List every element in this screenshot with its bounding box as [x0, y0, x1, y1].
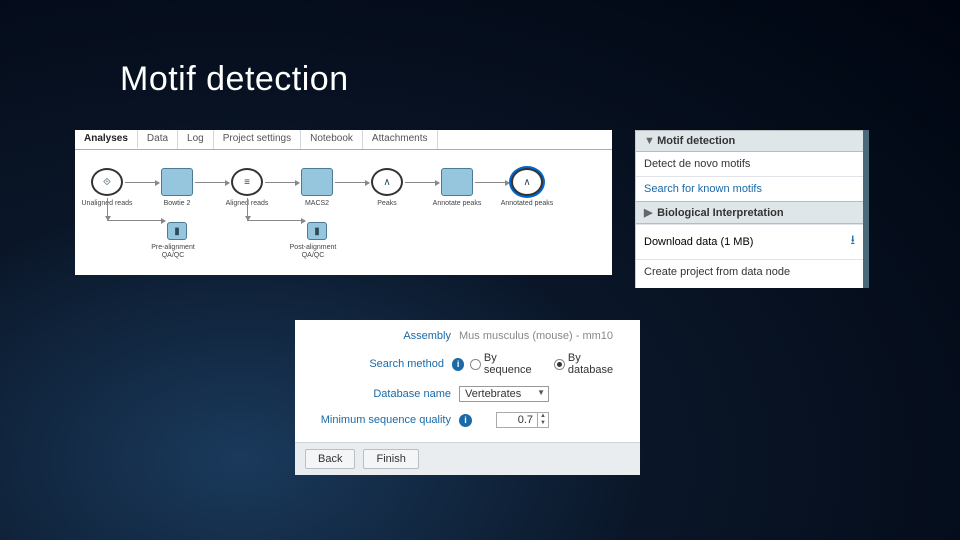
- arrow: [335, 182, 369, 183]
- info-icon[interactable]: i: [452, 358, 464, 371]
- tab-log[interactable]: Log: [178, 130, 214, 149]
- peak-icon: ∧: [383, 177, 390, 188]
- label-peaks: Peaks: [357, 200, 417, 208]
- pipeline-panel: Analyses Data Log Project settings Noteb…: [75, 130, 612, 275]
- chevron-right-icon: ▶: [644, 206, 654, 219]
- sidebar-panel: ▼ Motif detection Detect de novo motifs …: [635, 130, 869, 288]
- tab-project-settings[interactable]: Project settings: [214, 130, 301, 149]
- download-label: Download data (1 MB): [644, 236, 753, 248]
- item-detect-denovo[interactable]: Detect de novo motifs: [636, 152, 863, 176]
- node-unaligned-reads[interactable]: ⟐: [91, 168, 123, 196]
- section-motif-detection[interactable]: ▼ Motif detection: [636, 130, 863, 152]
- arrow-down: [107, 198, 108, 220]
- arrow: [475, 182, 509, 183]
- database-select[interactable]: Vertebrates: [459, 386, 549, 402]
- download-icon: ⭳: [850, 231, 855, 253]
- node-post-qc[interactable]: ▮: [307, 222, 327, 240]
- node-annotated-peaks[interactable]: ∧: [511, 168, 543, 196]
- node-bowtie2[interactable]: [161, 168, 193, 196]
- section-label: Motif detection: [657, 135, 735, 147]
- assembly-value: Mus musculus (mouse) - mm10: [459, 330, 613, 342]
- label-annotate: Annotate peaks: [427, 200, 487, 208]
- align-icon: ≡: [244, 177, 250, 188]
- tab-notebook[interactable]: Notebook: [301, 130, 363, 149]
- search-method-label: Search method: [309, 358, 452, 370]
- min-quality-label: Minimum sequence quality: [309, 414, 459, 426]
- back-button[interactable]: Back: [305, 449, 355, 469]
- arrow: [195, 182, 229, 183]
- arrow-down: [247, 198, 248, 220]
- barchart-icon: ▮: [314, 226, 320, 237]
- section-biological-interpretation[interactable]: ▶ Biological Interpretation: [636, 201, 863, 224]
- tab-attachments[interactable]: Attachments: [363, 130, 438, 149]
- radio-label-sequence: By sequence: [484, 352, 544, 376]
- item-download-data[interactable]: Download data (1 MB) ⭳: [636, 224, 863, 259]
- row-database-name: Database name Vertebrates: [309, 386, 626, 402]
- item-create-project[interactable]: Create project from data node: [636, 259, 863, 284]
- row-assembly: Assembly Mus musculus (mouse) - mm10: [309, 330, 626, 342]
- quantity-stepper[interactable]: ▲▼: [538, 412, 549, 428]
- radio-label-database: By database: [568, 352, 626, 376]
- form-panel: Assembly Mus musculus (mouse) - mm10 Sea…: [295, 320, 640, 465]
- pipeline-flow: ⟐ Unaligned reads Bowtie 2 ≡ Aligned rea…: [81, 160, 606, 270]
- node-macs2[interactable]: [301, 168, 333, 196]
- label-preqc: Pre-alignment QA/QC: [145, 244, 201, 259]
- radio-by-database[interactable]: [554, 359, 565, 370]
- info-icon[interactable]: i: [459, 414, 472, 427]
- label-annotated: Annotated peaks: [497, 200, 557, 208]
- section-label: Biological Interpretation: [657, 207, 784, 219]
- arrow: [265, 182, 299, 183]
- database-name-label: Database name: [309, 388, 459, 400]
- node-pre-qc[interactable]: ▮: [167, 222, 187, 240]
- label-bowtie: Bowtie 2: [147, 200, 207, 208]
- arrow: [405, 182, 439, 183]
- min-quality-input[interactable]: 0.7: [496, 412, 538, 428]
- assembly-label: Assembly: [309, 330, 459, 342]
- step-up-icon[interactable]: ▲: [538, 413, 548, 420]
- node-peaks[interactable]: ∧: [371, 168, 403, 196]
- chevron-down-icon: ▼: [644, 135, 654, 147]
- node-annotate-peaks[interactable]: [441, 168, 473, 196]
- radio-by-sequence[interactable]: [470, 359, 481, 370]
- label-postqc: Post-alignment QA/QC: [285, 244, 341, 259]
- form-footer: Back Finish: [295, 442, 640, 475]
- step-down-icon[interactable]: ▼: [538, 420, 548, 427]
- node-aligned-reads[interactable]: ≡: [231, 168, 263, 196]
- arrow: [107, 220, 165, 221]
- tab-bar: Analyses Data Log Project settings Noteb…: [75, 130, 612, 150]
- tab-analyses[interactable]: Analyses: [75, 130, 138, 149]
- finish-button[interactable]: Finish: [363, 449, 418, 469]
- label-macs2: MACS2: [287, 200, 347, 208]
- dna-icon: ⟐: [103, 177, 111, 188]
- peak-icon: ∧: [523, 177, 530, 188]
- tab-data[interactable]: Data: [138, 130, 178, 149]
- row-search-method: Search method i By sequence By database: [309, 352, 626, 376]
- item-search-known[interactable]: Search for known motifs: [636, 176, 863, 201]
- arrow: [125, 182, 159, 183]
- slide-title: Motif detection: [120, 60, 349, 99]
- arrow: [247, 220, 305, 221]
- barchart-icon: ▮: [174, 226, 180, 237]
- row-min-quality: Minimum sequence quality i 0.7 ▲▼: [309, 412, 626, 428]
